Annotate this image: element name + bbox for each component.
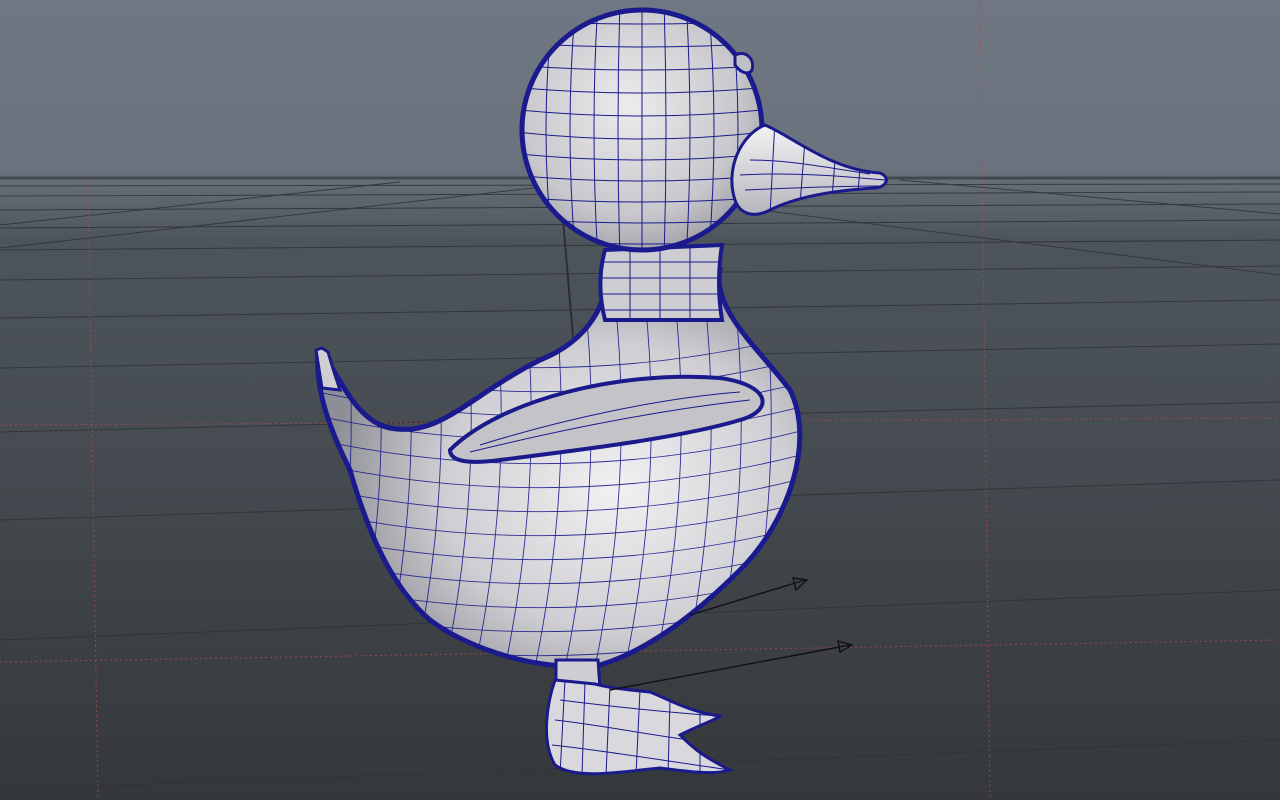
foot-icon[interactable] <box>545 678 734 776</box>
beak-icon[interactable] <box>730 120 888 216</box>
head-icon[interactable] <box>500 0 780 260</box>
body-mesh-line <box>319 270 352 667</box>
neck-icon[interactable] <box>598 242 725 322</box>
duck-model[interactable] <box>300 0 888 776</box>
eye-icon[interactable] <box>733 52 755 75</box>
viewport-canvas[interactable] <box>0 0 1280 800</box>
3d-viewport[interactable] <box>0 0 1280 800</box>
